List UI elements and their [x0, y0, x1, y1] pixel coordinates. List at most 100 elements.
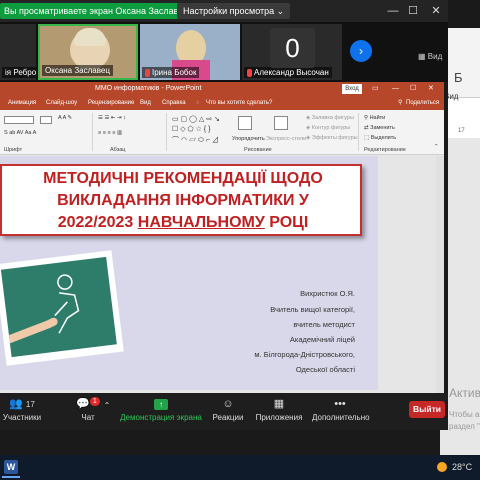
- shape-fill-button[interactable]: ◈ Заливка фигуры: [306, 115, 354, 121]
- activate-windows-title: Актива: [449, 386, 480, 400]
- muted-mic-icon: [247, 68, 252, 77]
- word-taskbar-icon[interactable]: W: [4, 460, 18, 474]
- zoom-top-bar: Вы просматриваете экран Оксана Заславец …: [0, 0, 448, 22]
- signin-button[interactable]: Вход: [342, 84, 362, 94]
- participant-hair: [74, 28, 106, 46]
- arrange-icon[interactable]: [238, 116, 252, 130]
- view-switch-button[interactable]: ▦ Вид: [418, 52, 442, 61]
- close-icon[interactable]: ✕: [428, 82, 434, 96]
- participant-tile[interactable]: Ірина Бобок: [140, 24, 240, 80]
- chat-options-chevron-icon[interactable]: ⌃: [100, 401, 114, 410]
- lightbulb-icon: ◌: [196, 100, 200, 106]
- more-button[interactable]: ••• Дополнительно: [312, 397, 370, 422]
- slide-title-line3: 2022/2023 НАВЧАЛЬНОМУ РОЦІ: [57, 214, 309, 231]
- font-size-dropdown[interactable]: [40, 116, 52, 124]
- viewing-screen-badge[interactable]: Вы просматриваете экран Оксана Заславец: [0, 3, 195, 19]
- more-icon: •••: [334, 398, 346, 410]
- find-button[interactable]: ⚲ Найти: [364, 115, 385, 121]
- slide-title-line2: ВИКЛАДАННЯ ІНФОРМАТИКИ У: [57, 192, 309, 209]
- quick-styles-label[interactable]: Экспресс-стили: [266, 136, 306, 142]
- maximize-icon[interactable]: ☐: [410, 82, 416, 96]
- participant-name: Александр Высочан: [244, 67, 332, 78]
- shared-powerpoint-window: ММО информатиків - PowerPoint Вход ▭ — ☐…: [0, 82, 444, 393]
- participant-tile-active[interactable]: Оксана Заславец: [38, 24, 138, 80]
- maximize-icon[interactable]: ☐: [405, 3, 421, 19]
- leave-button[interactable]: Выйти: [409, 401, 445, 418]
- paragraph-align-icons[interactable]: ≡ ≡ ≡ ≡ ▥: [98, 130, 122, 136]
- background-style-letter: Б: [454, 70, 463, 85]
- windows-taskbar: [0, 455, 480, 480]
- reactions-icon: ☺: [222, 398, 234, 410]
- ribbon-separator: [358, 113, 359, 151]
- text-style-icons[interactable]: S ab AV Aa A: [4, 130, 36, 136]
- shapes-gallery-row3[interactable]: ⌒ ◠ ▱ ⬭ ⌐ ⊿: [172, 135, 219, 145]
- shapes-gallery-row2[interactable]: ☐ ◇ ⬠ ☆ { }: [172, 125, 210, 133]
- powerpoint-title-bar: ММО информатиків - PowerPoint Вход ▭ — ☐…: [0, 82, 444, 96]
- author-city: м. Білгорода-Дністровського,: [254, 350, 355, 359]
- chat-badge: 1: [89, 397, 100, 406]
- ribbon-separator: [92, 113, 93, 151]
- participant-strip: ія Ребро... Оксана Заславец Ірина Бобок …: [0, 22, 448, 82]
- collapse-ribbon-icon[interactable]: ⌃: [434, 144, 439, 150]
- background-ruler: 17: [458, 128, 465, 134]
- shapes-gallery[interactable]: ▭ ▢ ◯ △ ⇨ ↘: [172, 115, 220, 123]
- font-format-icons[interactable]: A A ✎: [58, 115, 72, 121]
- powerpoint-tabs: Анимация Слайд-шоу Рецензирование Вид Сп…: [0, 96, 444, 110]
- group-font-label: Шрифт: [4, 147, 23, 153]
- participants-button[interactable]: 👥 17 Участники: [2, 397, 42, 422]
- group-drawing-label: Рисование: [244, 147, 272, 153]
- group-paragraph-label: Абзац: [110, 147, 126, 153]
- ribbon-display-icon[interactable]: ▭: [372, 82, 379, 96]
- shape-effects-button[interactable]: ◈ Эффекты фигуры: [306, 135, 358, 141]
- weather-temperature[interactable]: 28°C: [452, 462, 472, 472]
- chalk-drawing-illustration: [5, 274, 80, 344]
- weather-sun-icon[interactable]: [437, 462, 447, 472]
- participant-name: Оксана Заславец: [42, 65, 113, 76]
- quick-styles-icon[interactable]: [274, 116, 288, 130]
- activate-windows-text2: раздел "П: [449, 422, 480, 431]
- apps-button[interactable]: ▦ Приложения: [254, 397, 304, 422]
- group-editing-label: Редактирование: [364, 147, 406, 153]
- author-role: вчитель методист: [293, 320, 355, 329]
- zoom-toolbar: 👥 17 Участники 💬 1 Чат ⌃ ↑ Демонстрация э…: [0, 393, 448, 430]
- minimize-icon[interactable]: —: [392, 82, 399, 96]
- close-icon[interactable]: ✕: [428, 3, 444, 19]
- tab-slideshow[interactable]: Слайд-шоу: [46, 96, 77, 110]
- apps-icon: ▦: [273, 398, 285, 410]
- tab-review[interactable]: Рецензирование: [88, 96, 134, 110]
- tab-animation[interactable]: Анимация: [8, 96, 36, 110]
- muted-mic-icon: [145, 68, 150, 77]
- powerpoint-ribbon: A A ✎ S ab AV Aa A Шрифт ☰ ☰ ⇤ ⇥ ↕ ≡ ≡ ≡…: [0, 110, 444, 155]
- arrange-label[interactable]: Упорядочить: [232, 136, 265, 142]
- share-button[interactable]: Поделиться: [406, 96, 439, 110]
- participant-tile[interactable]: ія Ребро...: [0, 24, 36, 80]
- slide-title-box[interactable]: МЕТОДИЧНІ РЕКОМЕНДАЦІЇ ЩОДО ВИКЛАДАННЯ І…: [0, 164, 362, 236]
- author-region: Одеської області: [295, 365, 355, 374]
- slide-scrollbar[interactable]: [436, 156, 444, 393]
- minimize-icon[interactable]: —: [385, 3, 401, 19]
- paragraph-list-icons[interactable]: ☰ ☰ ⇤ ⇥ ↕: [98, 115, 126, 121]
- tell-me-search[interactable]: Что вы хотите сделать?: [206, 96, 272, 110]
- shape-outline-button[interactable]: ◈ Контур фигуры: [306, 125, 350, 131]
- view-options-button[interactable]: Настройки просмотра ⌄: [177, 3, 291, 19]
- author-name: Вихристюк О.Я.: [300, 289, 355, 298]
- tab-view[interactable]: Вид: [140, 96, 151, 110]
- share-screen-button[interactable]: ↑ Демонстрация экрана: [116, 397, 206, 422]
- slide-title-line1: МЕТОДИЧНІ РЕКОМЕНДАЦІЇ ЩОДО: [43, 170, 323, 187]
- author-school: Академічний ліцей: [289, 335, 355, 344]
- tab-help[interactable]: Справка: [162, 96, 186, 110]
- chalkboard-image: [0, 250, 124, 366]
- share-screen-icon: ↑: [116, 397, 206, 411]
- replace-button[interactable]: ⇄ Заменить: [364, 125, 395, 131]
- next-page-arrow-icon[interactable]: ›: [350, 40, 372, 62]
- chevron-down-icon: ⌄: [276, 6, 285, 16]
- participant-name: Ірина Бобок: [142, 67, 200, 78]
- select-button[interactable]: ⬚ Выделить: [364, 135, 396, 141]
- font-name-dropdown[interactable]: [4, 116, 34, 124]
- activate-windows-text: Чтобы ак: [449, 410, 480, 419]
- participants-icon: 👥 17: [9, 398, 35, 410]
- reactions-button[interactable]: ☺ Реакции: [208, 397, 248, 422]
- zoom-meeting-window: Вы просматриваете экран Оксана Заславец …: [0, 0, 448, 430]
- powerpoint-title: ММО информатиків - PowerPoint: [95, 85, 202, 92]
- ribbon-separator: [166, 113, 167, 151]
